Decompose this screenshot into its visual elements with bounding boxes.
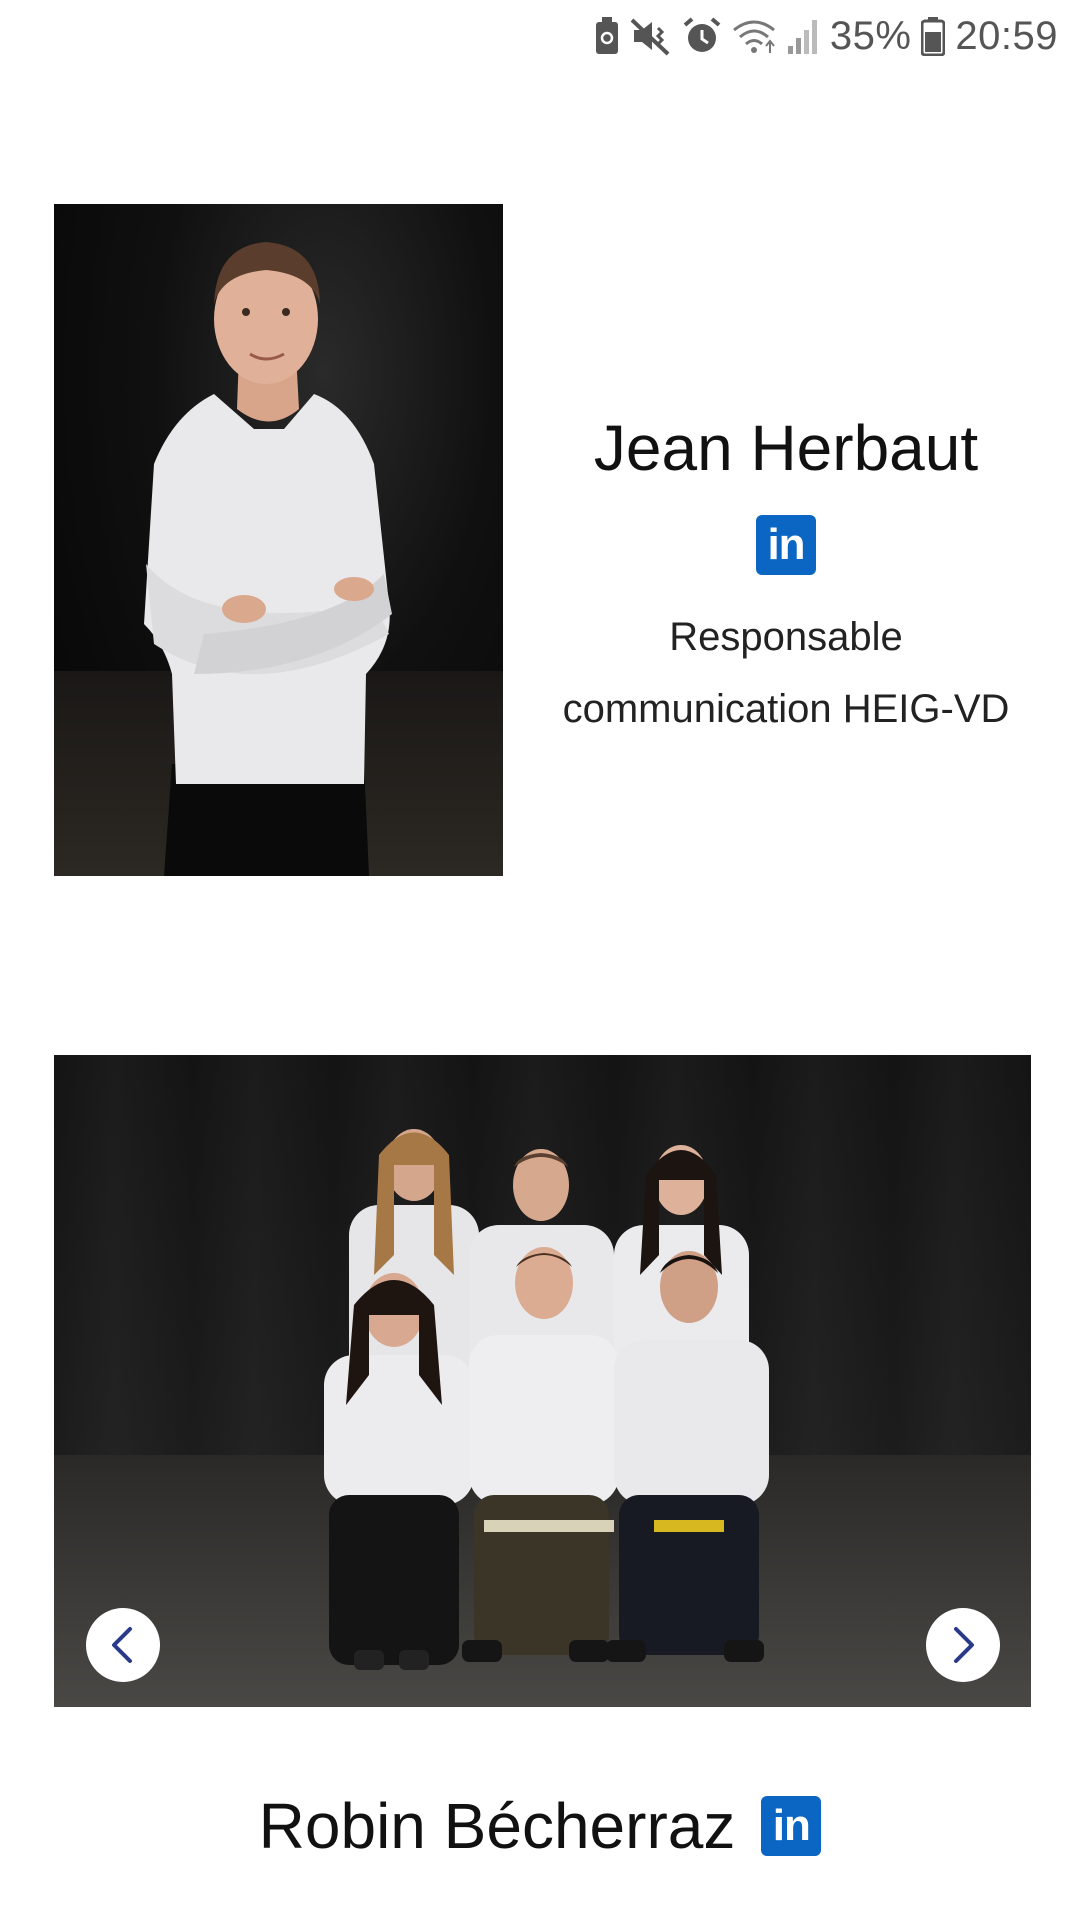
next-profile-name: Robin Bécherraz: [258, 1790, 736, 1862]
mute-icon: [630, 14, 672, 58]
linkedin-icon[interactable]: in: [756, 514, 816, 575]
next-profile-header: Robin Bécherraz in: [0, 1788, 1080, 1865]
chevron-right-icon: [954, 1627, 974, 1663]
profile-info: Jean Herbaut in Responsable communicatio…: [536, 410, 1036, 745]
battery-percent: 35%: [829, 14, 912, 58]
status-bar: 35% 20:59: [0, 0, 1080, 72]
battery-icon: [921, 14, 946, 58]
profile-role-line-1: Responsable: [669, 614, 903, 659]
clock: 20:59: [955, 14, 1058, 58]
linkedin-icon[interactable]: in: [761, 1796, 822, 1857]
carousel-prev-button[interactable]: [86, 1608, 160, 1682]
profile-role: Responsable communication HEIG-VD: [536, 601, 1036, 745]
team-page: 35% 20:59 Jean Herbaut in Responsable co…: [0, 0, 1080, 1920]
alarm-icon: [682, 14, 722, 58]
wifi-icon: [732, 14, 776, 58]
profile-role-line-2: communication HEIG-VD: [562, 686, 1010, 731]
signal-icon: [786, 14, 820, 58]
battery-saver-icon: [594, 14, 620, 58]
profile-name: Jean Herbaut: [593, 412, 979, 484]
team-photo-carousel[interactable]: [54, 1055, 1031, 1707]
team-group-photo: [324, 1129, 769, 1670]
chevron-left-icon: [112, 1627, 132, 1663]
carousel-next-button[interactable]: [926, 1608, 1000, 1682]
profile-portrait-photo: [54, 204, 503, 876]
